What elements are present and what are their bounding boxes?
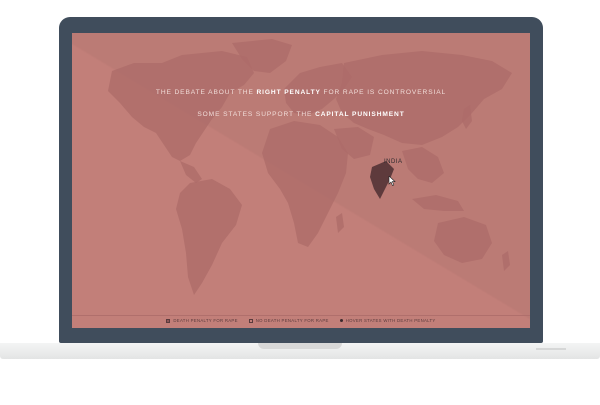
central-america[interactable] xyxy=(180,161,202,183)
headline-line-1-post: FOR RAPE IS CONTROVERSIAL xyxy=(320,89,447,96)
north-america[interactable] xyxy=(108,51,254,161)
laptop-notch xyxy=(258,343,342,349)
legend-item-hover-states: HOVER STATES WITH DEATH PENALTY xyxy=(339,318,436,323)
headline-line-1-pre: THE DEBATE ABOUT THE xyxy=(155,89,257,96)
dot-icon xyxy=(339,319,343,322)
headline-line-1: THE DEBATE ABOUT THE RIGHT PENALTY FOR R… xyxy=(72,89,530,96)
headline-line-2: SOME STATES SUPPORT THE CAPITAL PUNISHME… xyxy=(72,111,530,118)
world-map xyxy=(108,39,512,295)
hover-country-label: INDIA xyxy=(384,159,403,165)
map-legend: DEATH PENALTY FOR RAPE NO DEATH PENALTY … xyxy=(72,318,530,323)
filled-square-icon xyxy=(166,318,171,323)
new-zealand[interactable] xyxy=(502,251,510,271)
app-screen: THE DEBATE ABOUT THE RIGHT PENALTY FOR R… xyxy=(72,33,530,328)
madagascar[interactable] xyxy=(336,213,344,233)
cursor-icon xyxy=(388,176,396,186)
legend-item-death-penalty: DEATH PENALTY FOR RAPE xyxy=(166,318,237,323)
legend-item-no-death-penalty: NO DEATH PENALTY FOR RAPE xyxy=(248,318,329,323)
legend-divider xyxy=(72,315,530,316)
headline-line-2-pre: SOME STATES SUPPORT THE xyxy=(197,111,316,118)
outline-square-icon xyxy=(248,318,253,323)
australia[interactable] xyxy=(434,217,492,263)
legend-label: DEATH PENALTY FOR RAPE xyxy=(173,318,238,323)
southeast-asia[interactable] xyxy=(402,147,444,183)
legend-label: NO DEATH PENALTY FOR RAPE xyxy=(255,318,329,323)
africa[interactable] xyxy=(262,121,348,247)
indonesia[interactable] xyxy=(412,195,464,211)
headline-line-1-bold: RIGHT PENALTY xyxy=(256,89,321,96)
headline-line-2-bold: CAPITAL PUNISHMENT xyxy=(315,111,405,118)
legend-label: HOVER STATES WITH DEATH PENALTY xyxy=(345,318,436,323)
south-america[interactable] xyxy=(176,179,242,295)
laptop-foot xyxy=(536,348,566,350)
